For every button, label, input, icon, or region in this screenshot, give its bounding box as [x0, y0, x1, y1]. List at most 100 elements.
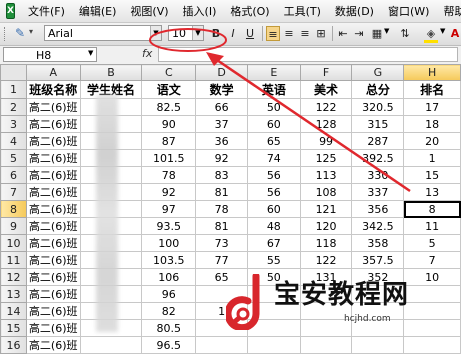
- table-cell[interactable]: 122: [299, 251, 353, 269]
- row-header[interactable]: 2: [0, 98, 27, 116]
- table-cell[interactable]: 高二(6)班: [25, 132, 81, 150]
- table-cell[interactable]: 1: [403, 149, 461, 167]
- font-color-icon[interactable]: A: [448, 26, 461, 41]
- column-header-c[interactable]: C: [141, 64, 197, 81]
- row-header[interactable]: 16: [0, 336, 27, 354]
- row-header[interactable]: 4: [0, 132, 27, 150]
- row-header[interactable]: 15: [0, 319, 27, 337]
- table-cell[interactable]: 392.5: [351, 149, 405, 167]
- menu-edit[interactable]: 编辑(E): [72, 3, 124, 19]
- table-cell[interactable]: 18: [403, 115, 461, 133]
- table-cell[interactable]: 高二(6)班: [25, 319, 81, 337]
- row-header[interactable]: 3: [0, 115, 27, 133]
- formula-input[interactable]: [158, 47, 458, 62]
- table-cell[interactable]: 357.5: [351, 251, 405, 269]
- table-cell[interactable]: 81: [195, 183, 248, 201]
- table-header-cell[interactable]: 总分: [351, 80, 405, 99]
- font-name-box[interactable]: Arial ▼: [44, 25, 162, 41]
- table-cell[interactable]: 13: [403, 183, 461, 201]
- table-cell[interactable]: 128: [299, 115, 353, 133]
- row-header[interactable]: 7: [0, 183, 27, 201]
- column-header-f[interactable]: F: [299, 64, 353, 81]
- table-cell[interactable]: 36: [195, 132, 248, 150]
- toolbar-grip[interactable]: [4, 27, 8, 41]
- table-cell[interactable]: 87: [141, 132, 197, 150]
- table-cell[interactable]: [299, 336, 353, 354]
- row-header[interactable]: 9: [0, 217, 27, 235]
- table-cell[interactable]: 48: [246, 217, 301, 235]
- name-box[interactable]: H8: [3, 47, 97, 62]
- table-cell[interactable]: 高二(6)班: [25, 200, 81, 218]
- decrease-indent-icon[interactable]: ⇤: [336, 26, 350, 41]
- table-cell[interactable]: 77: [195, 251, 248, 269]
- table-cell[interactable]: 74: [246, 149, 301, 167]
- toolbar-options-icon[interactable]: ▾: [29, 27, 33, 36]
- menu-view[interactable]: 视图(V): [123, 3, 175, 19]
- table-cell[interactable]: 358: [351, 234, 405, 252]
- table-cell[interactable]: 92: [195, 149, 248, 167]
- table-cell[interactable]: 高二(6)班: [25, 166, 81, 184]
- menu-data[interactable]: 数据(D): [328, 3, 381, 19]
- table-cell[interactable]: 56: [246, 183, 301, 201]
- table-cell[interactable]: 315: [351, 115, 405, 133]
- table-cell[interactable]: 106: [141, 268, 197, 286]
- row-header[interactable]: 10: [0, 234, 27, 252]
- column-header-d[interactable]: D: [195, 64, 248, 81]
- table-cell[interactable]: 121: [299, 200, 353, 218]
- table-cell[interactable]: 17: [403, 98, 461, 116]
- table-cell[interactable]: 103.5: [141, 251, 197, 269]
- table-cell[interactable]: 高二(6)班: [25, 234, 81, 252]
- row-header[interactable]: 13: [0, 285, 27, 303]
- table-header-cell[interactable]: 语文: [141, 80, 197, 99]
- select-all-corner[interactable]: [0, 64, 27, 81]
- table-cell[interactable]: 56: [246, 166, 301, 184]
- menu-file[interactable]: 文件(F): [21, 3, 72, 19]
- table-cell[interactable]: 65: [246, 132, 301, 150]
- fill-color-icon[interactable]: ◈: [424, 26, 438, 41]
- table-cell[interactable]: 113: [299, 166, 353, 184]
- align-center-icon[interactable]: ≡: [282, 26, 296, 41]
- align-right-icon[interactable]: ≡: [298, 26, 312, 41]
- table-cell[interactable]: 37: [195, 115, 248, 133]
- table-cell[interactable]: 67: [246, 234, 301, 252]
- table-cell[interactable]: 高二(6)班: [25, 251, 81, 269]
- column-header-b[interactable]: B: [79, 64, 143, 81]
- row-header[interactable]: 14: [0, 302, 27, 320]
- chevron-down-icon[interactable]: ▼: [440, 27, 445, 35]
- table-cell[interactable]: [79, 336, 143, 354]
- menu-tools[interactable]: 工具(T): [277, 3, 328, 19]
- table-cell[interactable]: 96: [141, 285, 197, 303]
- sort-icon[interactable]: ⇅: [398, 26, 412, 41]
- font-size-box[interactable]: 10 ▼: [168, 25, 204, 41]
- italic-button[interactable]: I: [226, 26, 240, 41]
- selected-cell[interactable]: 8: [403, 200, 461, 218]
- table-cell[interactable]: 92: [141, 183, 197, 201]
- table-cell[interactable]: 356: [351, 200, 405, 218]
- table-cell[interactable]: 82: [141, 302, 197, 320]
- menu-window[interactable]: 窗口(W): [381, 3, 436, 19]
- table-cell[interactable]: 55: [246, 251, 301, 269]
- table-cell[interactable]: 83: [195, 166, 248, 184]
- table-cell[interactable]: 高二(6)班: [25, 115, 81, 133]
- table-header-cell[interactable]: 英语: [246, 80, 301, 99]
- table-cell[interactable]: 78: [141, 166, 197, 184]
- table-cell[interactable]: 高二(6)班: [25, 302, 81, 320]
- underline-button[interactable]: U: [243, 26, 257, 41]
- chevron-down-icon[interactable]: ▼: [88, 49, 93, 57]
- merge-center-icon[interactable]: ⊞: [314, 26, 328, 41]
- table-cell[interactable]: [195, 336, 248, 354]
- table-cell[interactable]: 11: [403, 217, 461, 235]
- bold-button[interactable]: B: [209, 26, 223, 41]
- menu-help[interactable]: 帮助(H): [436, 3, 461, 19]
- column-header-h[interactable]: H: [403, 64, 461, 81]
- row-header[interactable]: 11: [0, 251, 27, 269]
- table-cell[interactable]: 93.5: [141, 217, 197, 235]
- column-header-e[interactable]: E: [246, 64, 301, 81]
- table-cell[interactable]: 287: [351, 132, 405, 150]
- table-cell[interactable]: 342.5: [351, 217, 405, 235]
- menu-format[interactable]: 格式(O): [223, 3, 276, 19]
- borders-icon[interactable]: ▦: [370, 26, 384, 41]
- table-cell[interactable]: 73: [195, 234, 248, 252]
- table-header-cell[interactable]: 美术: [299, 80, 353, 99]
- table-cell[interactable]: 60: [246, 200, 301, 218]
